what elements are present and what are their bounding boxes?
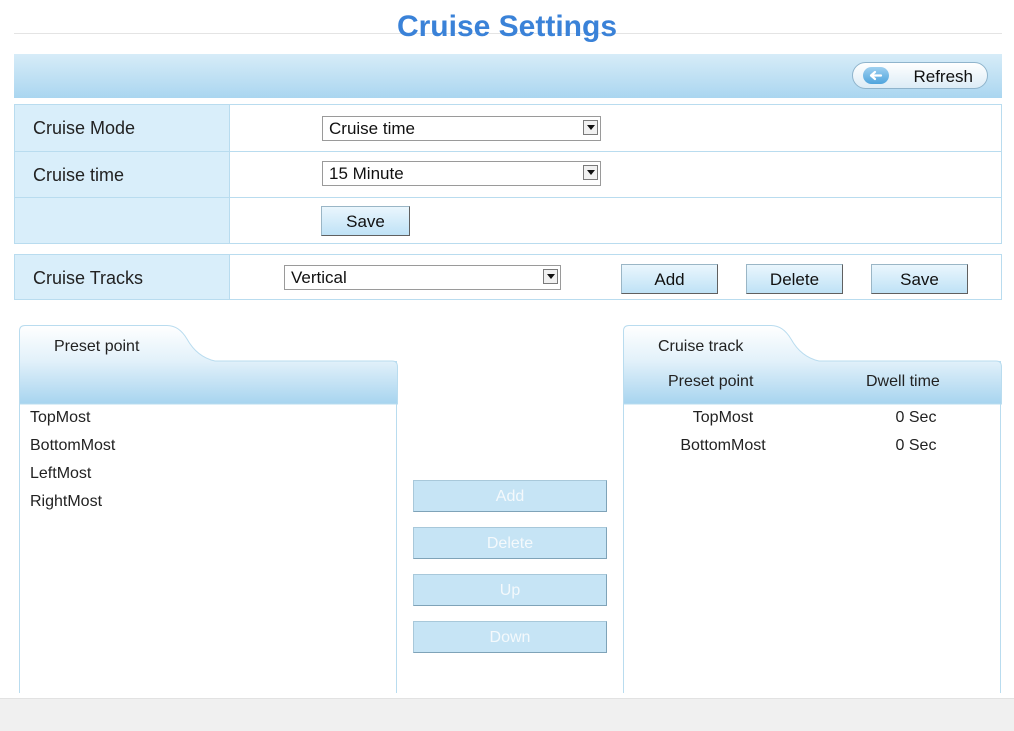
refresh-button[interactable]: Refresh: [852, 62, 988, 89]
track-preset-cell: BottomMost: [680, 437, 766, 454]
footer-bar: [0, 698, 1014, 731]
track-panel-tab-label: Cruise track: [658, 338, 744, 355]
column-header-dwell: Dwell time: [866, 373, 940, 390]
add-track-button[interactable]: Add: [621, 264, 718, 294]
list-item[interactable]: RightMost: [30, 493, 102, 511]
cruise-time-select[interactable]: 15 Minute: [322, 161, 601, 186]
save-cruise-mode-button[interactable]: Save: [321, 206, 410, 236]
delete-from-track-button[interactable]: Delete: [413, 527, 607, 559]
refresh-label: Refresh: [913, 67, 973, 86]
column-header-preset: Preset point: [668, 373, 754, 390]
cruise-mode-label: Cruise Mode: [33, 118, 136, 138]
cruise-tracks-row: Cruise Tracks Vertical Add Delete Save: [14, 254, 1002, 300]
cruise-tracks-value: Vertical: [291, 268, 347, 287]
track-dwell-cell: 0 Sec: [895, 409, 937, 426]
cruise-mode-value: Cruise time: [329, 119, 415, 138]
chevron-down-icon: [543, 269, 558, 284]
track-panel-tab: [623, 325, 1002, 405]
add-to-track-button[interactable]: Add: [413, 480, 607, 512]
cruise-mode-form: Cruise Mode Cruise time Cruise time 15 M…: [14, 104, 1002, 244]
chevron-down-icon: [583, 120, 598, 135]
page-title: Cruise Settings: [396, 10, 618, 43]
cruise-tracks-select[interactable]: Vertical: [284, 265, 561, 290]
cruise-mode-select[interactable]: Cruise time: [322, 116, 601, 141]
table-row[interactable]: BottomMost 0 Sec: [624, 432, 1000, 460]
list-item[interactable]: LeftMost: [30, 465, 91, 483]
refresh-icon: [863, 67, 889, 84]
cruise-time-value: 15 Minute: [329, 164, 404, 183]
row-divider: [15, 197, 1001, 198]
chevron-down-icon: [583, 165, 598, 180]
preset-panel-tab: [19, 325, 398, 405]
track-preset-cell: TopMost: [692, 409, 754, 426]
row-divider: [15, 151, 1001, 152]
preset-point-list: TopMost BottomMost LeftMost RightMost: [20, 404, 396, 524]
move-down-button[interactable]: Down: [413, 621, 607, 653]
track-dwell-cell: 0 Sec: [895, 437, 937, 454]
list-item[interactable]: TopMost: [30, 409, 90, 427]
cruise-tracks-label: Cruise Tracks: [33, 268, 144, 288]
cruise-track-table: TopMost 0 Sec BottomMost 0 Sec: [624, 404, 1000, 474]
cruise-time-label: Cruise time: [33, 165, 125, 185]
save-track-button[interactable]: Save: [871, 264, 968, 294]
move-up-button[interactable]: Up: [413, 574, 607, 606]
preset-panel-tab-label: Preset point: [54, 338, 140, 355]
list-item[interactable]: BottomMost: [30, 437, 115, 455]
delete-track-button[interactable]: Delete: [746, 264, 843, 294]
table-row[interactable]: TopMost 0 Sec: [624, 404, 1000, 432]
